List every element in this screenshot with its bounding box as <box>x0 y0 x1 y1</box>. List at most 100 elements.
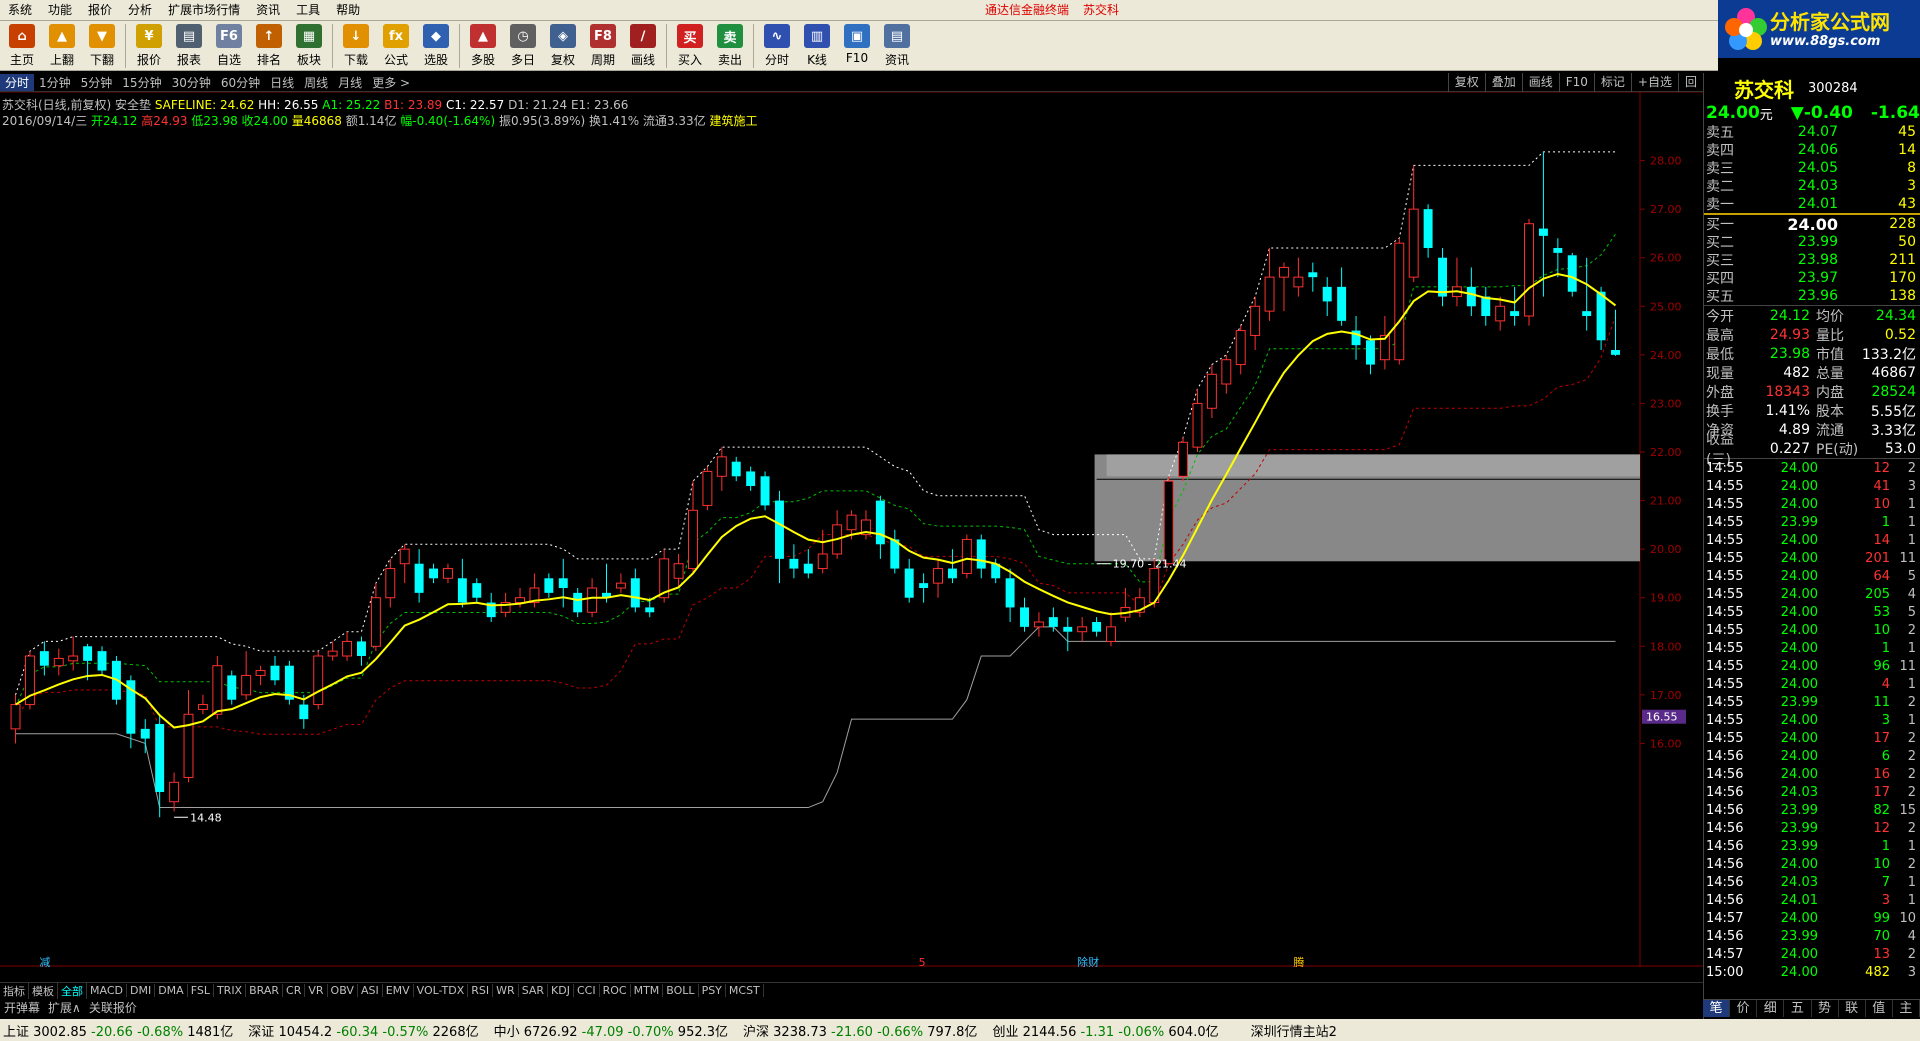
index-change: -21.60 <box>831 1024 878 1040</box>
indicator-tab[interactable]: 模板 <box>29 982 58 999</box>
candle-body <box>1510 311 1520 316</box>
kline-chart[interactable]: 16.00 17.00 18.00 19.00 20.00 21.00 22.00 23.00… <box>0 92 1703 967</box>
toolbar-button-14[interactable]: F8 周期 <box>583 21 623 69</box>
indicator-tab[interactable]: VR <box>305 984 328 997</box>
toolbar-button-0[interactable]: ⌂ 主页 <box>2 21 42 69</box>
panel-tab[interactable]: 值 <box>1866 1000 1893 1017</box>
panel-tab[interactable]: 笔 <box>1703 1000 1731 1017</box>
toolbar-button-15[interactable]: ∕ 画线 <box>623 21 663 69</box>
panel-tab[interactable]: 五 <box>1784 1000 1812 1017</box>
indicator-tab[interactable]: KDJ <box>548 984 574 997</box>
period-tab[interactable]: 5分钟 <box>76 74 118 91</box>
indicator-tab[interactable]: BRAR <box>246 984 284 997</box>
toolbar-button-10[interactable]: ◆ 选股 <box>416 21 456 69</box>
indicator-tab[interactable]: WR <box>493 984 519 997</box>
menu-item[interactable]: 资讯 <box>248 0 288 21</box>
toolbar-button-16[interactable]: 买买入 <box>670 21 710 69</box>
indicator-tab[interactable]: MTM <box>631 984 664 997</box>
chart-tool-button[interactable]: 复权 <box>1447 73 1485 92</box>
menu-item[interactable]: 报价 <box>80 0 120 21</box>
indicator-tab[interactable]: MACD <box>87 984 127 997</box>
period-tab[interactable]: 分时 <box>0 73 35 91</box>
toolbar-button-13[interactable]: ◈ 复权 <box>543 21 583 69</box>
toolbar-icon: ∿ <box>764 24 790 48</box>
menu-item[interactable]: 帮助 <box>328 0 368 21</box>
period-tab[interactable]: 月线 <box>333 74 367 91</box>
indicator-tab[interactable]: ASI <box>358 984 383 997</box>
indicator-tab[interactable]: DMA <box>155 984 188 997</box>
bottom-tab[interactable]: 开弹幕 <box>0 999 44 1016</box>
toolbar-button-9[interactable]: fx 公式 <box>376 21 416 69</box>
indicator-tab[interactable]: PSY <box>699 984 726 997</box>
toolbar-button-2[interactable]: ▼ 下翻 <box>82 21 122 69</box>
ask-volume: 8 <box>1907 160 1916 176</box>
index-item[interactable]: 上证 3002.85 -20.66 -0.68% 1481亿 <box>3 1021 233 1040</box>
panel-tab[interactable]: 联 <box>1839 1000 1866 1017</box>
indicator-tab[interactable]: BOLL <box>663 984 699 997</box>
toolbar-button-3[interactable]: ¥ 报价 <box>129 21 169 69</box>
chart-tool-button[interactable]: F10 <box>1558 73 1594 92</box>
indicator-tab[interactable]: ROC <box>600 984 631 997</box>
panel-tab[interactable]: 势 <box>1812 1000 1839 1017</box>
period-tab[interactable]: 60分钟 <box>216 74 265 91</box>
candle-body <box>442 568 453 579</box>
chart-tool-button[interactable]: 叠加 <box>1484 73 1522 92</box>
indicator-tab[interactable]: CCI <box>574 984 600 997</box>
period-tab[interactable]: 更多 > <box>367 74 415 91</box>
toolbar-button-6[interactable]: ↑ 排名 <box>249 21 289 69</box>
period-tab[interactable]: 日线 <box>265 74 299 91</box>
toolbar-button-7[interactable]: ▦ 板块 <box>289 21 329 69</box>
indicator-tab[interactable]: SAR <box>519 984 549 997</box>
toolbar-button-17[interactable]: 卖卖出 <box>710 21 750 69</box>
toolbar-button-5[interactable]: F6 自选 <box>209 21 249 69</box>
bottom-tab[interactable]: 扩展∧ <box>44 999 85 1016</box>
indicator-tab[interactable]: MCST <box>726 984 764 997</box>
toolbar-button-1[interactable]: ▲ 上翻 <box>42 21 82 69</box>
toolbar-button-20[interactable]: ▣ F10 <box>837 21 877 69</box>
indicator-tab[interactable]: VOL-TDX <box>414 984 469 997</box>
menu-item[interactable]: 扩展市场行情 <box>160 0 248 21</box>
chart-tool-button[interactable]: 标记 <box>1593 73 1631 92</box>
indicator-tab[interactable]: DMI <box>127 984 156 997</box>
tick-row: 14:55 24.00 10 2 <box>1704 621 1920 639</box>
indicator-tab[interactable]: 指标 <box>0 982 29 999</box>
indicator-tab[interactable]: CR <box>283 984 306 997</box>
period-tab[interactable]: 15分钟 <box>117 74 166 91</box>
chart-tool-button[interactable]: +自选 <box>1630 73 1678 92</box>
indicator-tab[interactable]: OBV <box>328 984 358 997</box>
bottom-tab[interactable]: 关联报价 <box>85 999 141 1016</box>
index-item[interactable]: 深证 10454.2 -60.34 -0.57% 2268亿 <box>248 1021 478 1040</box>
indicator-tab[interactable]: FSL <box>188 984 214 997</box>
indicator-tab[interactable]: RSI <box>468 984 494 997</box>
toolbar-button-11[interactable]: ▲ 多股 <box>463 21 503 69</box>
toolbar-button-4[interactable]: ▤ 报表 <box>169 21 209 69</box>
stats-key2: PE(动) <box>1816 441 1859 458</box>
menu-item[interactable]: 功能 <box>40 0 80 21</box>
indicator-tab[interactable]: 全部 <box>58 982 87 999</box>
chart-tool-button[interactable]: 回 <box>1677 73 1703 92</box>
indicator-tab[interactable]: EMV <box>383 984 414 997</box>
toolbar-button-21[interactable]: ▤ 资讯 <box>877 21 917 69</box>
period-tab[interactable]: 1分钟 <box>34 74 76 91</box>
panel-tab[interactable]: 主 <box>1893 1000 1920 1017</box>
tick-price: 24.00 <box>1780 856 1818 872</box>
index-item[interactable]: 创业 2144.56 -1.31 -0.06% 604.0亿 <box>992 1021 1218 1040</box>
period-tab[interactable]: 周线 <box>299 74 333 91</box>
menu-item[interactable]: 分析 <box>120 0 160 21</box>
toolbar-button-19[interactable]: ▥ K线 <box>797 21 837 69</box>
period-tab[interactable]: 30分钟 <box>167 74 216 91</box>
menu-item[interactable]: 系统 <box>0 0 40 21</box>
chart-tool-button[interactable]: 画线 <box>1521 73 1559 92</box>
toolbar-button-8[interactable]: ↓ 下载 <box>336 21 376 69</box>
panel-tab[interactable]: 细 <box>1757 1000 1785 1017</box>
y-tick-label: 24.00 <box>1650 349 1682 362</box>
toolbar-button-12[interactable]: ◷ 多日 <box>503 21 543 69</box>
toolbar-icon: ⌂ <box>9 24 35 48</box>
index-item[interactable]: 沪深 3238.73 -21.60 -0.66% 797.8亿 <box>743 1021 977 1040</box>
menu-item[interactable]: 工具 <box>288 0 328 21</box>
toolbar-button-18[interactable]: ∿ 分时 <box>757 21 797 69</box>
tick-row: 14:55 24.00 41 3 <box>1704 477 1920 495</box>
indicator-tab[interactable]: TRIX <box>214 984 247 997</box>
index-item[interactable]: 中小 6726.92 -47.09 -0.70% 952.3亿 <box>494 1021 728 1040</box>
panel-tab[interactable]: 价 <box>1730 1000 1758 1017</box>
